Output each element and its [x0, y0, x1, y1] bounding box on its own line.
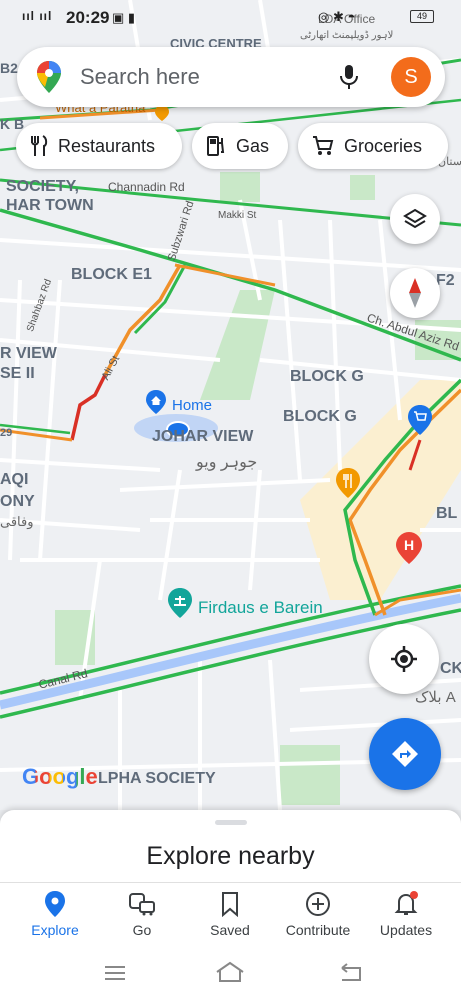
bookmark-icon — [222, 892, 238, 917]
label-block-g-1: BLOCK G — [290, 368, 364, 385]
home-marker-icon[interactable] — [146, 390, 166, 414]
label-ony: ONY — [0, 493, 35, 510]
sheet-drag-handle[interactable] — [215, 820, 247, 825]
label-block-g-2: BLOCK G — [283, 408, 357, 425]
search-input[interactable]: Search here — [80, 64, 200, 90]
park-marker-icon[interactable] — [168, 588, 192, 618]
chip-gas[interactable]: Gas — [192, 123, 288, 169]
grocery-marker-icon[interactable] — [408, 405, 432, 435]
system-icons: ◎ ✱ ◓ — [318, 9, 356, 24]
back-icon[interactable] — [338, 962, 364, 982]
google-logo-text: Google — [22, 764, 98, 789]
compass-icon — [409, 278, 421, 308]
pin-icon — [45, 891, 65, 917]
bottom-nav: Explore Go Saved Contribute Updates — [0, 882, 461, 953]
status-bar: ııl ııl 20:29 ▣ ▮ ◎ ✱ ◓ 49 — [0, 0, 461, 34]
add-circle-icon — [306, 892, 330, 916]
chip-restaurants-label: Restaurants — [58, 135, 156, 156]
label-se-ii: SE II — [0, 365, 35, 382]
directions-button[interactable] — [369, 718, 441, 790]
my-location-button[interactable] — [369, 624, 439, 694]
system-nav-bar — [0, 952, 461, 999]
commute-icon — [129, 893, 155, 916]
layers-button[interactable] — [390, 194, 440, 244]
sheet-title: Explore nearby — [146, 842, 315, 870]
cart-icon — [313, 136, 334, 155]
chip-groceries-label: Groceries — [344, 135, 423, 156]
avatar[interactable]: S — [391, 57, 431, 97]
label-alpha-society: LPHA SOCIETY — [98, 770, 216, 787]
chip-groceries[interactable]: Groceries — [298, 123, 448, 169]
notification-icons: ▣ ▮ — [112, 10, 136, 25]
chip-gas-label: Gas — [236, 135, 270, 156]
my-location-icon — [391, 646, 417, 672]
tab-contribute[interactable]: Contribute — [272, 891, 364, 938]
tab-saved-label: Saved — [210, 922, 250, 938]
directions-icon — [392, 741, 418, 767]
chip-restaurants[interactable]: Restaurants — [16, 123, 182, 169]
label-society: SOCIETY, — [6, 178, 79, 195]
label-left-29: 29 — [0, 427, 13, 439]
restaurant-marker-icon[interactable] — [336, 468, 360, 498]
label-a-urdu: بلاک A — [415, 689, 456, 706]
tab-contribute-label: Contribute — [285, 922, 351, 938]
fork-knife-icon — [31, 135, 48, 156]
battery-icon: 49 — [410, 10, 434, 23]
compass-button[interactable] — [390, 268, 440, 318]
tab-updates[interactable]: Updates — [360, 891, 452, 938]
menu-icon[interactable] — [103, 964, 127, 982]
gas-pump-icon — [207, 136, 225, 156]
label-bl: BL — [436, 505, 458, 522]
svg-text:H: H — [404, 537, 414, 553]
mic-icon[interactable] — [337, 63, 361, 91]
label-ck: CK — [440, 660, 461, 677]
hospital-marker-icon[interactable]: H — [396, 532, 422, 564]
label-firdaus-e-barein: Firdaus e Barein — [198, 598, 323, 617]
status-time: 20:29 — [66, 8, 110, 27]
label-johar-view-urdu: جوہر ویو — [196, 454, 258, 471]
search-bar[interactable]: Search here S — [17, 47, 445, 107]
label-wafaqi-urdu: وفاقی — [0, 514, 34, 529]
google-logo: Google — [22, 764, 98, 790]
label-har-town: HAR TOWN — [6, 197, 94, 214]
label-home: Home — [172, 397, 213, 414]
signal-indicator: ııl ııl — [22, 9, 53, 23]
tab-explore-label: Explore — [31, 922, 79, 938]
label-johar-view: JOHAR VIEW — [152, 428, 254, 445]
label-makki-st: Makki St — [218, 210, 257, 221]
tab-go-label: Go — [132, 922, 152, 938]
label-aqi: AQI — [0, 471, 29, 488]
maps-pin-icon — [37, 61, 61, 93]
label-r-view: R VIEW — [0, 345, 57, 362]
tab-go[interactable]: Go — [96, 891, 188, 938]
layers-icon — [403, 208, 427, 229]
explore-sheet[interactable]: Explore nearby — [0, 810, 461, 882]
bell-icon — [394, 891, 418, 915]
label-channadin-rd: Channadin Rd — [108, 180, 185, 194]
tab-explore[interactable]: Explore — [9, 891, 101, 938]
tab-saved[interactable]: Saved — [184, 891, 276, 938]
home-icon[interactable] — [214, 961, 246, 983]
label-left-b2: B2 — [0, 60, 18, 76]
tab-updates-label: Updates — [379, 922, 433, 938]
paratha-marker-icon[interactable] — [155, 105, 169, 121]
label-block-e1: BLOCK E1 — [71, 266, 152, 283]
label-left-kb: K B — [0, 116, 25, 132]
